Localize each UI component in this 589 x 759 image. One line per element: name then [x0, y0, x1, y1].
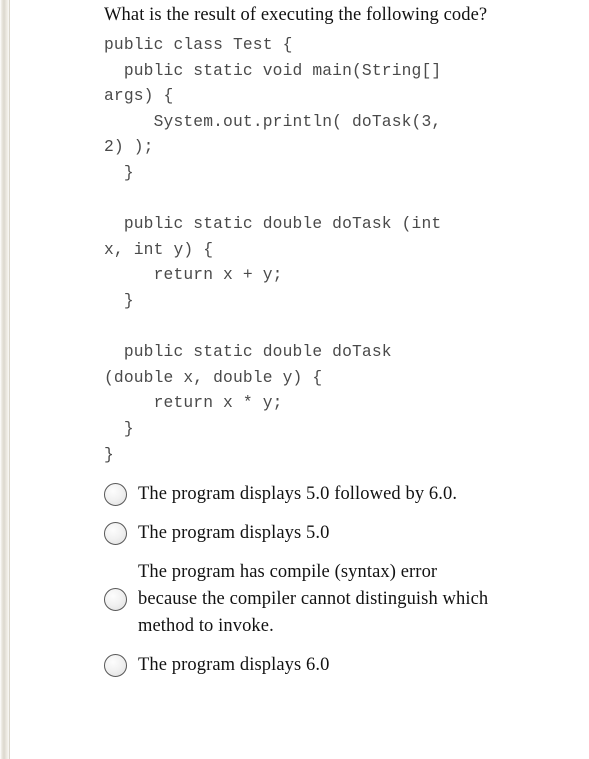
code-line: } — [104, 418, 134, 438]
code-line: System.out.println( doTask(3, — [104, 111, 442, 131]
answer-option-line: The program displays 6.0 — [138, 655, 330, 676]
answer-option-option-b[interactable]: The program displays 5.0 — [104, 520, 577, 547]
answer-option-option-c[interactable]: The program has compile (syntax) error be… — [104, 559, 577, 640]
code-line: } — [104, 444, 114, 464]
code-listing: public class Test { public static void m… — [104, 32, 577, 467]
answer-option-line: because the compiler cannot distinguish … — [138, 589, 489, 610]
answer-option-line: method to invoke. — [138, 616, 274, 637]
radio-button-icon[interactable] — [104, 483, 127, 507]
radio-button-icon[interactable] — [104, 588, 127, 612]
code-line: } — [104, 290, 134, 310]
code-line: return x * y; — [104, 393, 283, 413]
answer-option-line: The program displays 5.0 — [138, 523, 330, 544]
code-line: (double x, double y) { — [104, 367, 323, 387]
answer-option-label: The program has compile (syntax) error be… — [138, 559, 488, 640]
answer-option-label: The program displays 6.0 — [138, 652, 329, 679]
answer-option-line: The program displays 5.0 followed by 6.0… — [138, 484, 458, 505]
answer-option-line: The program has compile (syntax) error — [138, 562, 438, 583]
answer-option-option-d[interactable]: The program displays 6.0 — [104, 652, 577, 679]
answer-options-list: The program displays 5.0 followed by 6.0… — [104, 481, 577, 679]
code-line: public static double doTask — [104, 342, 392, 362]
code-line: } — [104, 162, 134, 182]
code-line: return x + y; — [104, 265, 283, 285]
code-line: public class Test { — [104, 35, 293, 54]
code-line: 2) ); — [104, 137, 154, 157]
question-sheet: What is the result of executing the foll… — [0, 0, 589, 759]
code-line: public static double doTask (int — [104, 214, 442, 234]
code-line: args) { — [104, 86, 174, 106]
code-line: public static void main(String[] — [104, 60, 442, 80]
answer-option-label: The program displays 5.0 followed by 6.0… — [138, 481, 457, 508]
answer-option-label: The program displays 5.0 — [138, 520, 329, 547]
question-title: What is the result of executing the foll… — [104, 5, 488, 25]
radio-button-icon[interactable] — [104, 654, 127, 678]
radio-button-icon[interactable] — [104, 522, 127, 546]
answer-option-option-a[interactable]: The program displays 5.0 followed by 6.0… — [104, 481, 577, 508]
code-line: x, int y) { — [104, 239, 214, 259]
